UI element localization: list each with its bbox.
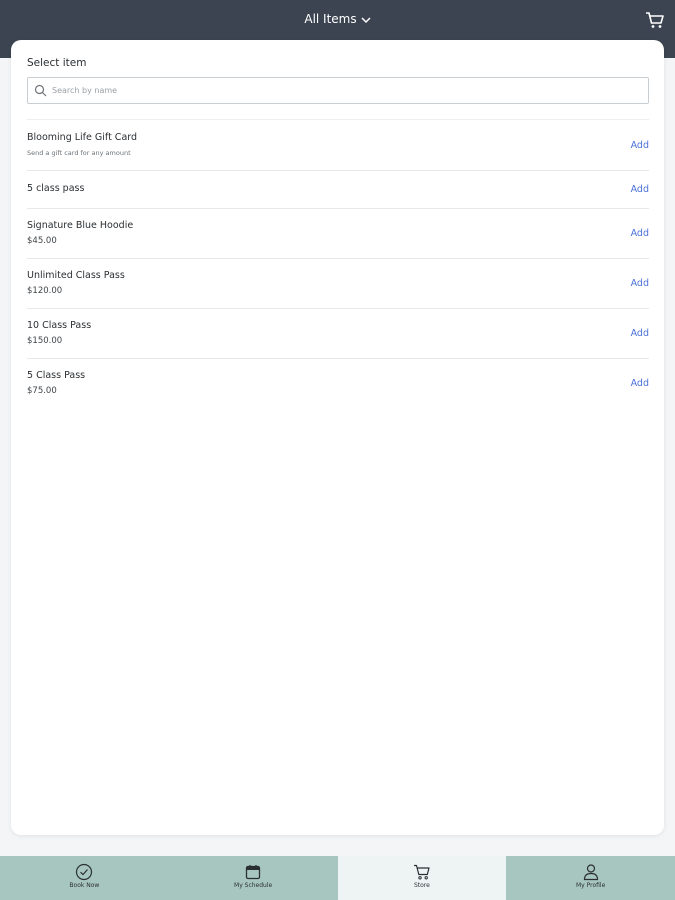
check-circle-icon — [76, 863, 93, 881]
user-icon — [583, 864, 598, 881]
item-name: 5 class pass — [27, 183, 85, 194]
item-name: Blooming Life Gift Card — [27, 132, 138, 143]
add-button[interactable]: Add — [631, 378, 649, 389]
add-button[interactable]: Add — [631, 184, 649, 195]
item-price: $150.00 — [27, 336, 63, 346]
nav-label: Store — [413, 882, 430, 889]
category-selector[interactable]: All Items — [0, 12, 675, 26]
app-root: All Items Select item Blooming Life Gift… — [0, 0, 675, 900]
item-name: Unlimited Class Pass — [27, 270, 125, 281]
category-title: All Items — [304, 12, 357, 26]
cart-icon — [413, 864, 430, 880]
calendar-icon — [245, 865, 261, 880]
search-input[interactable] — [52, 79, 642, 102]
bottom-nav: Book Now My Schedule Store My Profile — [0, 856, 675, 900]
list-item: Unlimited Class Pass $120.00 Add — [27, 259, 649, 309]
cart-icon[interactable] — [645, 10, 665, 30]
nav-label: Book Now — [69, 882, 100, 889]
list-item: 5 class pass Add — [27, 171, 649, 209]
item-price: $75.00 — [27, 386, 57, 396]
add-button[interactable]: Add — [631, 278, 649, 289]
item-description: Send a gift card for any amount — [27, 149, 131, 157]
nav-my-schedule[interactable]: My Schedule — [168, 856, 338, 900]
item-select-card: Select item Blooming Life Gift Card Send… — [11, 40, 664, 835]
add-button[interactable]: Add — [631, 228, 649, 239]
section-label: Select item — [27, 57, 87, 69]
list-item: Blooming Life Gift Card Send a gift card… — [27, 120, 649, 171]
add-button[interactable]: Add — [631, 328, 649, 339]
item-list: Blooming Life Gift Card Send a gift card… — [27, 119, 649, 409]
nav-book-now[interactable]: Book Now — [0, 856, 169, 900]
list-item: Signature Blue Hoodie $45.00 Add — [27, 209, 649, 259]
item-price: $45.00 — [27, 236, 57, 246]
nav-label: My Schedule — [234, 882, 273, 889]
item-name: 10 Class Pass — [27, 320, 92, 331]
nav-my-profile[interactable]: My Profile — [506, 856, 675, 900]
add-button[interactable]: Add — [631, 140, 649, 151]
chevron-down-icon — [361, 17, 371, 24]
list-item: 10 Class Pass $150.00 Add — [27, 309, 649, 359]
list-item: 5 Class Pass $75.00 Add — [27, 359, 649, 409]
item-name: Signature Blue Hoodie — [27, 220, 134, 231]
nav-label: My Profile — [575, 882, 606, 889]
search-icon — [34, 84, 47, 97]
nav-store[interactable]: Store — [337, 856, 507, 900]
item-name: 5 Class Pass — [27, 370, 86, 381]
item-price: $120.00 — [27, 286, 63, 296]
search-box[interactable] — [27, 77, 649, 104]
